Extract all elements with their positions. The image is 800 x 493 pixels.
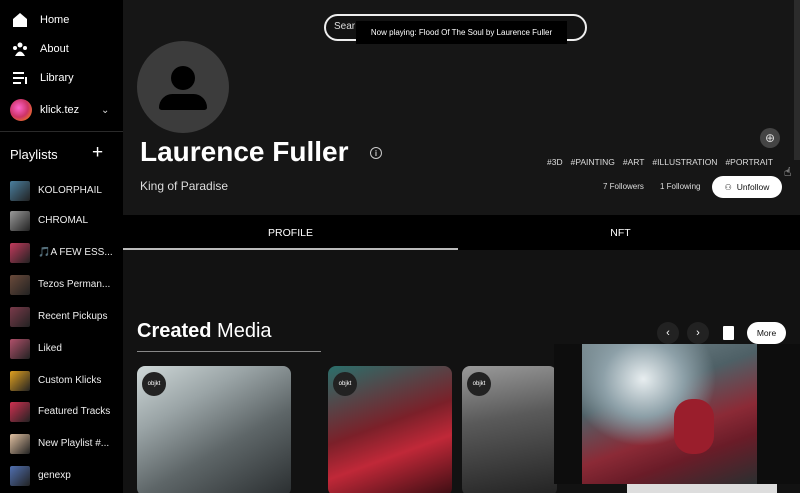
playlist-label: Recent Pickups xyxy=(38,311,108,322)
user-silhouette-head xyxy=(171,66,195,90)
active-tab-indicator xyxy=(123,248,458,250)
playlist-thumbnail xyxy=(10,211,30,231)
objkt-badge: objkt xyxy=(142,372,166,396)
sidebar: Home About Library klick.tez ⌄ Playlists… xyxy=(0,0,123,493)
playlist-thumbnail xyxy=(10,307,30,327)
user-silhouette-body xyxy=(159,94,207,110)
playlist-label: Custom Klicks xyxy=(38,375,102,386)
about-icon xyxy=(13,42,27,56)
info-icon[interactable]: i xyxy=(370,147,382,159)
unfollow-button[interactable]: ⚇ Unfollow xyxy=(712,176,782,198)
playlist-item[interactable]: Tezos Perman... xyxy=(0,273,123,297)
library-icon xyxy=(13,72,27,84)
playlist-thumbnail xyxy=(10,434,30,454)
profile-subtitle: King of Paradise xyxy=(140,179,229,193)
nav-library-label: Library xyxy=(40,72,74,84)
playlist-thumbnail xyxy=(10,275,30,295)
user-name: klick.tez xyxy=(40,104,80,116)
followers-count[interactable]: 7 Followers xyxy=(603,182,644,191)
video-preview[interactable] xyxy=(554,344,800,484)
tab-nft[interactable]: NFT xyxy=(453,215,788,250)
objkt-badge: objkt xyxy=(467,372,491,396)
playlist-label: CHROMAL xyxy=(38,215,89,226)
playlist-label: 🎵A FEW ESS... xyxy=(38,247,113,258)
main-content: Sear Now playing: Flood Of The Soul by L… xyxy=(123,0,800,493)
video-figure xyxy=(674,399,714,454)
nav-home-label: Home xyxy=(40,14,70,26)
playlist-item[interactable]: KOLORPHAIL xyxy=(0,179,123,203)
tag[interactable]: #PORTRAIT xyxy=(725,157,773,167)
playlist-item[interactable]: 🎵A FEW ESS... xyxy=(0,241,123,265)
next-button[interactable]: › xyxy=(687,322,709,344)
nav-about-label: About xyxy=(40,43,69,55)
tab-bar: PROFILE NFT xyxy=(123,215,800,250)
playlist-thumbnail xyxy=(10,402,30,422)
nav-home[interactable]: Home xyxy=(0,6,123,34)
playlist-item[interactable]: Liked xyxy=(0,337,123,361)
playlist-item[interactable]: Featured Tracks xyxy=(0,400,123,424)
playlist-label: KOLORPHAIL xyxy=(38,185,102,196)
playlist-thumbnail xyxy=(10,243,30,263)
more-button[interactable]: More xyxy=(747,322,786,344)
section-title-rest: Media xyxy=(211,320,272,342)
prev-button[interactable]: ‹ xyxy=(657,322,679,344)
video-frame xyxy=(582,344,757,484)
section-underline xyxy=(137,351,321,352)
profile-tags: #3D #PAINTING #ART #ILLUSTRATION #PORTRA… xyxy=(547,157,773,167)
user-menu[interactable]: klick.tez ⌄ xyxy=(0,96,123,124)
playlist-thumbnail xyxy=(10,371,30,391)
playlist-item[interactable]: New Playlist #... xyxy=(0,432,123,456)
playlist-item[interactable]: CHROMAL xyxy=(0,209,123,233)
playlist-label: Liked xyxy=(38,343,62,354)
playlist-thumbnail xyxy=(10,181,30,201)
section-title: Created Media xyxy=(137,320,272,343)
home-icon xyxy=(13,13,27,27)
cursor-icon: ☝ xyxy=(784,165,792,179)
playlist-item[interactable]: Recent Pickups xyxy=(0,305,123,329)
playlist-thumbnail xyxy=(10,339,30,359)
nav-library[interactable]: Library xyxy=(0,64,123,92)
following-count[interactable]: 1 Following xyxy=(660,182,700,191)
search-placeholder: Sear xyxy=(334,21,356,32)
playlist-item[interactable]: genexp xyxy=(0,464,123,488)
tag[interactable]: #ILLUSTRATION xyxy=(652,157,717,167)
avatar xyxy=(10,99,32,121)
globe-icon[interactable]: ⊕ xyxy=(760,128,780,148)
profile-header: Sear Now playing: Flood Of The Soul by L… xyxy=(123,0,800,215)
unfollow-label: Unfollow xyxy=(736,182,770,192)
add-playlist-icon[interactable]: + xyxy=(92,143,103,162)
media-card-peek xyxy=(627,484,777,493)
sidebar-divider xyxy=(0,131,123,132)
tag[interactable]: #PAINTING xyxy=(571,157,615,167)
playlist-label: Featured Tracks xyxy=(38,406,111,417)
media-card[interactable]: objkt xyxy=(328,366,452,493)
tag[interactable]: #3D xyxy=(547,157,563,167)
playlist-item[interactable]: Custom Klicks xyxy=(0,369,123,393)
section-title-bold: Created xyxy=(137,320,212,342)
profile-name: Laurence Fuller xyxy=(140,136,349,167)
profile-avatar xyxy=(137,41,229,133)
user-minus-icon: ⚇ xyxy=(724,182,732,192)
playlists-title: Playlists xyxy=(10,147,58,162)
chevron-down-icon[interactable]: ⌄ xyxy=(101,105,109,116)
nav-about[interactable]: About xyxy=(0,35,123,63)
scrollbar[interactable] xyxy=(794,0,800,160)
objkt-badge: objkt xyxy=(333,372,357,396)
playlist-label: genexp xyxy=(38,470,71,481)
playlist-label: New Playlist #... xyxy=(38,438,110,449)
playlist-thumbnail xyxy=(10,466,30,486)
now-playing-tooltip: Now playing: Flood Of The Soul by Lauren… xyxy=(356,21,567,44)
media-card[interactable]: objkt xyxy=(137,366,291,493)
media-card[interactable]: objkt xyxy=(462,366,557,493)
bookmark-icon[interactable] xyxy=(723,326,734,340)
playlist-label: Tezos Perman... xyxy=(38,279,111,290)
tab-profile[interactable]: PROFILE xyxy=(123,215,458,250)
tag[interactable]: #ART xyxy=(623,157,645,167)
